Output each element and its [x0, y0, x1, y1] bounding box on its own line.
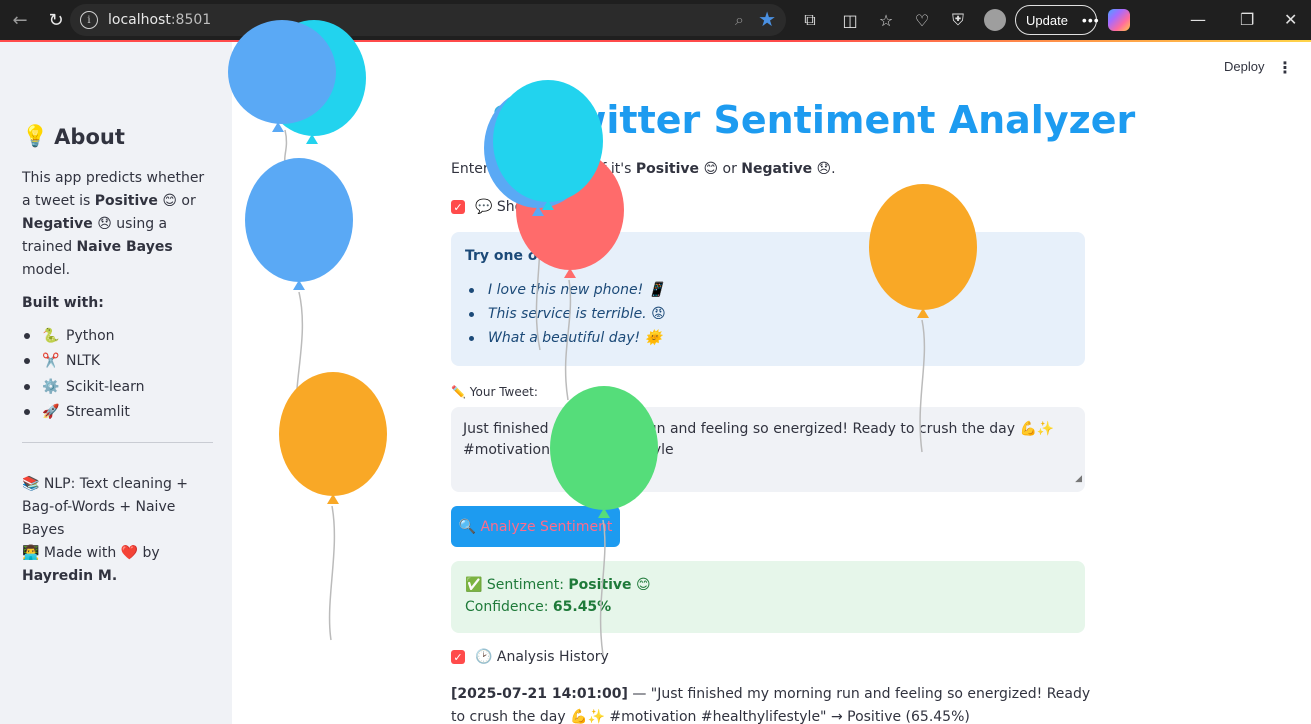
back-icon[interactable]: ←: [8, 8, 32, 32]
close-icon[interactable]: ✕: [1284, 10, 1297, 29]
author-name: Hayredin M.: [22, 568, 118, 584]
restore-icon[interactable]: ❐: [1240, 10, 1254, 29]
more-icon[interactable]: •••: [1082, 12, 1100, 28]
url-text[interactable]: localhost:8501: [108, 12, 211, 28]
main-menu-icon[interactable]: ⋮: [1277, 58, 1293, 77]
browser-toolbar: ← ↻ i localhost:8501 ⌕ ★ ⧉ ◫ ☆ ♡ ⛨ Updat…: [0, 0, 1311, 40]
resize-handle-icon[interactable]: ◢: [1075, 469, 1082, 490]
about-heading: 💡 About: [22, 124, 125, 149]
sidebar: 💡 About This app predicts whether a twee…: [0, 42, 232, 724]
result-box: ✅ Sentiment: Positive 😊 Confidence: 65.4…: [451, 561, 1085, 633]
gear-icon: ⚙️: [42, 378, 60, 395]
sidebar-footer: 📚 NLP: Text cleaning + Bag-of-Words + Na…: [22, 473, 212, 588]
favorites-icon[interactable]: ☆: [876, 10, 896, 30]
minimize-icon[interactable]: —: [1190, 10, 1206, 29]
update-button[interactable]: Update •••: [1015, 5, 1100, 35]
tech-list: 🐍 Python ✂️ NLTK ⚙️ Scikit-learn 🚀 Streamlit: [22, 323, 212, 425]
analysis-history-checkbox[interactable]: ✓ 🕑 Analysis History: [451, 649, 609, 665]
deploy-button[interactable]: Deploy: [1224, 59, 1264, 74]
shield-icon[interactable]: ⛨: [948, 10, 968, 30]
scissors-icon: ✂️: [42, 353, 60, 370]
split-screen-icon[interactable]: ◫: [840, 10, 860, 30]
lightbulb-icon: 💡: [22, 124, 49, 148]
health-icon[interactable]: ♡: [912, 10, 932, 30]
zoom-icon[interactable]: ⌕: [735, 10, 744, 30]
example-item: This service is terrible. 😡: [465, 302, 1071, 326]
reload-icon[interactable]: ↻: [44, 8, 68, 32]
site-info-icon[interactable]: i: [80, 11, 98, 29]
analyze-sentiment-button[interactable]: 🔍 Analyze Sentiment: [451, 506, 620, 547]
list-item: 🚀 Streamlit: [22, 400, 212, 426]
built-with-heading: Built with:: [22, 295, 104, 311]
sentiment-line: ✅ Sentiment: Positive 😊: [465, 577, 651, 593]
profile-avatar[interactable]: [984, 9, 1006, 31]
about-description: This app predicts whether a tweet is Pos…: [22, 170, 205, 278]
confidence-line: Confidence: 65.45%: [465, 599, 612, 615]
checkbox-checked-icon[interactable]: ✓: [451, 200, 465, 214]
list-item: ⚙️ Scikit-learn: [22, 374, 212, 400]
list-item: 🐍 Python: [22, 323, 212, 349]
example-item: I love this new phone! 📱: [465, 278, 1071, 302]
checkbox-checked-icon[interactable]: ✓: [451, 650, 465, 664]
divider: [22, 442, 213, 443]
made-with-line: 👨‍💻 Made with ❤️ by: [22, 545, 160, 561]
extensions-icon[interactable]: ⧉: [800, 10, 820, 30]
copilot-icon[interactable]: [1108, 9, 1130, 31]
address-bar[interactable]: i localhost:8501 ⌕ ★: [70, 4, 786, 36]
tweet-textarea[interactable]: Just finished my morning run and feeling…: [451, 407, 1085, 492]
example-item: What a beautiful day! 🌞: [465, 326, 1071, 350]
history-entry: [2025-07-21 14:01:00] — "Just finished m…: [451, 686, 1091, 724]
list-item: ✂️ NLTK: [22, 349, 212, 375]
rocket-icon: 🚀: [42, 404, 60, 421]
bookmark-star-icon[interactable]: ★: [758, 7, 776, 31]
snake-icon: 🐍: [42, 327, 60, 344]
tweet-label: ✏️ Your Tweet:: [451, 385, 538, 399]
